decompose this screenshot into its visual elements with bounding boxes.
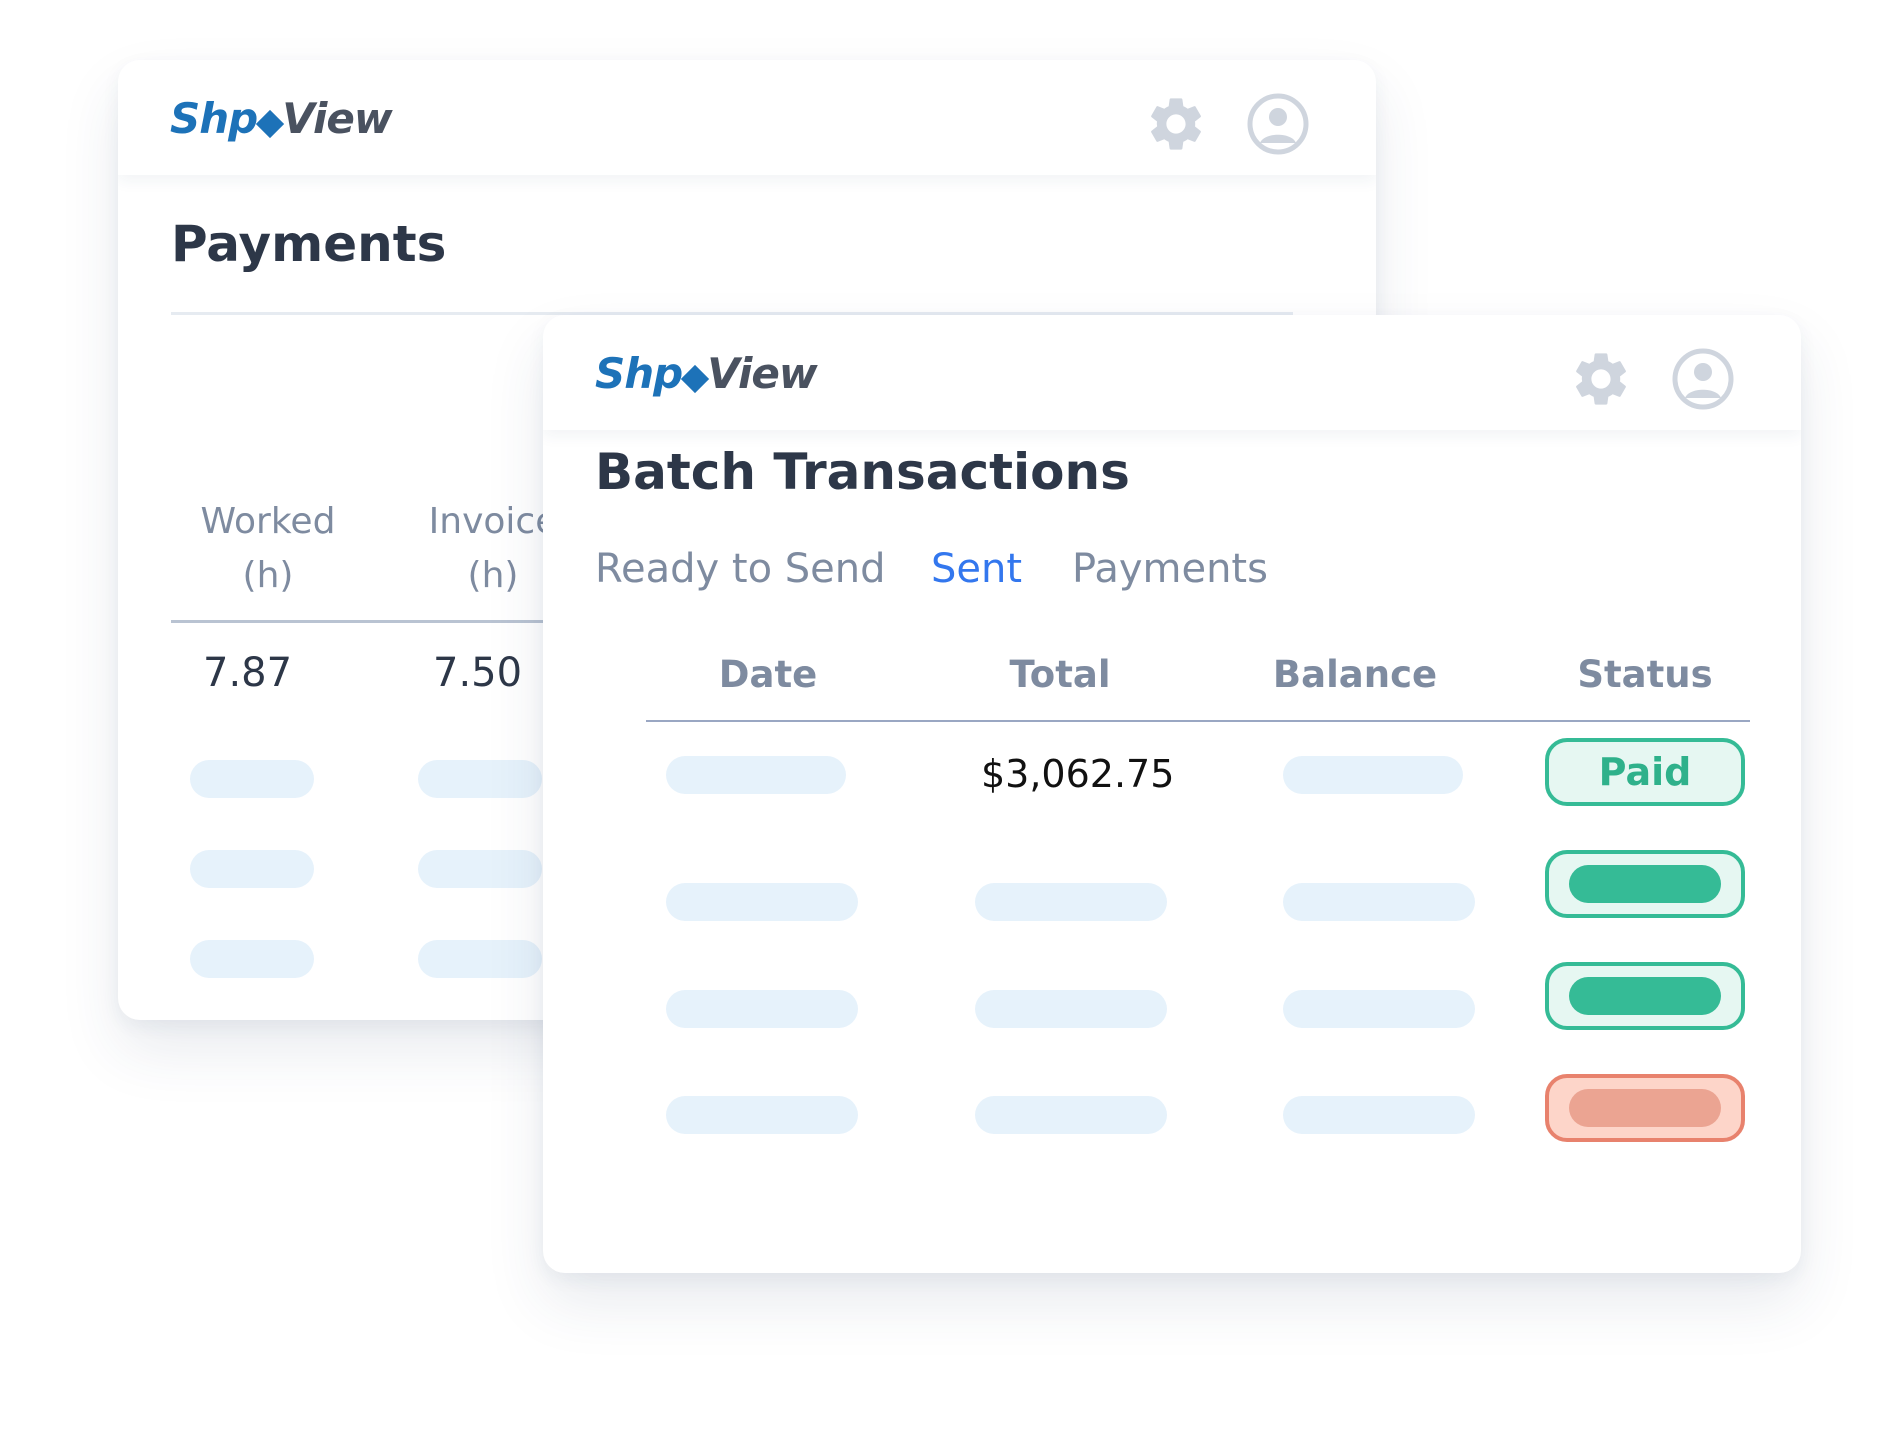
column-header-date[interactable]: Date [668,653,868,696]
skeleton-total [975,1096,1167,1134]
user-circle-icon[interactable] [1671,347,1735,411]
skeleton-total [975,883,1167,921]
back-window-header: Shp View [118,60,1376,175]
gear-icon[interactable] [1569,347,1633,411]
gear-icon[interactable] [1144,92,1208,156]
column-header-total[interactable]: Total [960,653,1160,696]
skeleton-balance [1283,990,1475,1028]
status-badge[interactable] [1545,1074,1745,1142]
total-value: $3,062.75 [981,752,1175,796]
status-badge[interactable] [1545,850,1745,918]
skeleton-date [666,756,846,794]
invoice-hours-value: 7.50 [433,650,523,696]
column-header-balance[interactable]: Balance [1255,653,1455,696]
column-header-status[interactable]: Status [1545,653,1745,696]
front-window-header: Shp View [543,315,1801,430]
skeleton-cell [190,760,314,798]
price-tag-icon [681,364,710,394]
skeleton-date [666,1096,858,1134]
page-title: Batch Transactions [595,443,1130,501]
table-header-divider [646,720,1750,722]
shopview-logo[interactable]: Shp View [170,98,393,140]
status-badge-placeholder [1569,1089,1721,1127]
user-circle-icon[interactable] [1246,92,1310,156]
tab-sent[interactable]: Sent [931,546,1022,592]
skeleton-balance [1283,883,1475,921]
page-title: Payments [171,215,447,273]
skeleton-cell [190,940,314,978]
skeleton-total [975,990,1167,1028]
tab-payments[interactable]: Payments [1072,546,1268,592]
skeleton-date [666,883,858,921]
worked-hours-value: 7.87 [203,650,293,696]
tab-ready-to-send[interactable]: Ready to Send [595,546,886,592]
shopview-logo[interactable]: Shp View [595,353,818,395]
skeleton-cell [190,850,314,888]
skeleton-cell [418,940,542,978]
skeleton-date [666,990,858,1028]
status-badge-paid[interactable]: Paid [1545,738,1745,806]
skeleton-cell [418,760,542,798]
skeleton-cell [418,850,542,888]
skeleton-balance [1283,756,1463,794]
skeleton-balance [1283,1096,1475,1134]
status-badge-placeholder [1569,865,1721,903]
status-badge[interactable] [1545,962,1745,1030]
status-badge-placeholder [1569,977,1721,1015]
column-header-worked: Worked (h) [200,501,336,596]
price-tag-icon [256,109,285,139]
